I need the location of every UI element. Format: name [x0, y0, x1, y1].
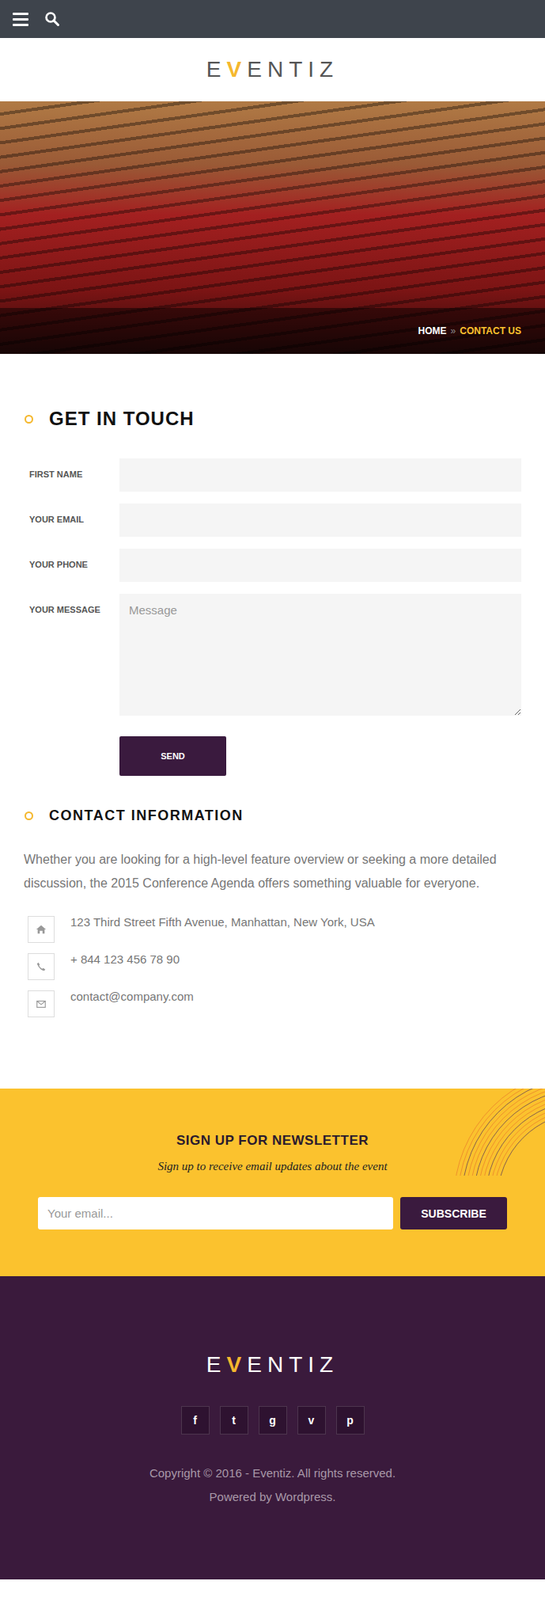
- form-row: YOUR EMAIL: [23, 503, 522, 537]
- contact-form: FIRST NAME YOUR EMAIL YOUR PHONE YOUR ME…: [23, 457, 522, 776]
- envelope-icon: [35, 997, 47, 1009]
- powered-by: Powered by Wordpress.: [209, 1483, 337, 1508]
- ring-icon: [24, 414, 34, 424]
- contact-item: + 844 123 456 78 90: [27, 950, 522, 980]
- text-field[interactable]: [119, 503, 522, 537]
- swirl-decoration: [426, 1087, 545, 1175]
- logo[interactable]: EVENTIZ: [206, 56, 339, 83]
- logo-bar: EVENTIZ: [0, 37, 545, 102]
- newsletter-form: SUBSCRIBE: [37, 1195, 508, 1229]
- form-row: YOUR MESSAGE: [23, 593, 522, 716]
- contact-item: contact@company.com: [27, 987, 522, 1017]
- field-label: FIRST NAME: [23, 457, 120, 479]
- newsletter: SIGN UP FOR NEWSLETTER Sign up to receiv…: [0, 1087, 545, 1276]
- breadcrumb-separator: »: [450, 325, 457, 337]
- hero-image: HOME» CONTACT US: [0, 101, 545, 354]
- field-label: YOUR EMAIL: [23, 503, 120, 524]
- field-label: YOUR PHONE: [23, 548, 120, 569]
- form-row: YOUR PHONE: [23, 548, 522, 582]
- contact-text: 123 Third Street Fifth Avenue, Manhattan…: [70, 913, 375, 930]
- text-field[interactable]: [119, 548, 522, 582]
- contact-text: contact@company.com: [70, 987, 194, 1004]
- contact-list: 123 Third Street Fifth Avenue, Manhattan…: [23, 913, 522, 1017]
- breadcrumb: HOME» CONTACT US: [0, 307, 545, 354]
- breadcrumb-item[interactable]: CONTACT US: [459, 325, 522, 337]
- social-links: ftgvp: [181, 1404, 365, 1434]
- subscribe-button[interactable]: SUBSCRIBE: [400, 1195, 508, 1229]
- field-label: YOUR MESSAGE: [23, 593, 120, 614]
- copyright: Copyright © 2016 - Eventiz. All rights r…: [149, 1460, 396, 1484]
- footer: EVENTIZ ftgvp Copyright © 2016 - Eventiz…: [0, 1275, 545, 1579]
- social-icon[interactable]: g: [258, 1404, 288, 1434]
- form-row: FIRST NAME: [23, 457, 522, 492]
- contact-section: GET IN TOUCH FIRST NAME YOUR EMAIL YOUR …: [0, 353, 545, 1088]
- text-field[interactable]: [119, 457, 522, 492]
- search-icon[interactable]: [44, 11, 61, 27]
- contact-heading: CONTACT INFORMATION: [23, 806, 522, 824]
- breadcrumb-item[interactable]: HOME: [418, 325, 447, 337]
- contact-intro: Whether you are looking for a high-level…: [23, 847, 522, 895]
- social-icon[interactable]: f: [181, 1404, 210, 1434]
- newsletter-subtitle: Sign up to receive email updates about t…: [37, 1158, 508, 1173]
- home-icon: [35, 923, 47, 935]
- social-icon[interactable]: v: [297, 1404, 326, 1434]
- phone-icon: [35, 960, 47, 972]
- form-heading: GET IN TOUCH: [23, 407, 522, 430]
- footer-logo[interactable]: EVENTIZ: [206, 1351, 339, 1377]
- send-button[interactable]: SEND: [119, 735, 227, 776]
- contact-item: 123 Third Street Fifth Avenue, Manhattan…: [27, 913, 522, 943]
- ring-icon: [24, 810, 34, 820]
- page: EVENTIZ HOME» CONTACT US GET IN TOUCH FI…: [0, 0, 545, 1579]
- menu-icon[interactable]: [12, 12, 29, 27]
- message-field[interactable]: [119, 593, 522, 716]
- social-icon[interactable]: p: [336, 1404, 365, 1434]
- email-field[interactable]: [37, 1195, 394, 1229]
- social-icon[interactable]: t: [219, 1404, 249, 1434]
- top-bar: [0, 0, 545, 38]
- contact-text: + 844 123 456 78 90: [70, 950, 180, 967]
- newsletter-title: SIGN UP FOR NEWSLETTER: [37, 1131, 508, 1148]
